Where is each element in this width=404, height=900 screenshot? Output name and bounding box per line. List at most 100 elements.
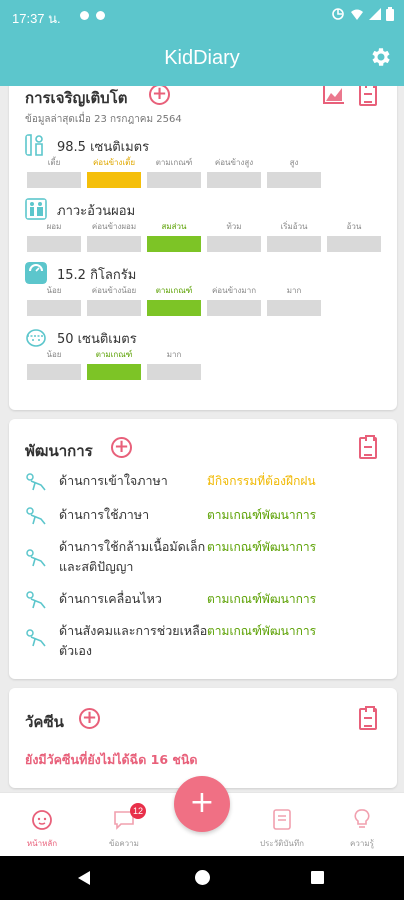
head-scale: น้อย ตามเกณฑ์ มาก [27,348,207,384]
recents-icon[interactable] [311,871,324,884]
body-label-3: ท้วม [226,222,242,231]
height-cell-3 [207,172,261,188]
child-crawl-icon [26,591,46,609]
body-shape-icon [25,198,47,220]
back-icon[interactable] [78,871,90,885]
add-growth-button[interactable]: + [149,86,170,105]
development-record-icon[interactable] [359,435,377,459]
height-label-0: เตี้ย [47,158,61,167]
vaccine-alert[interactable]: ยังมีวัคซีนที่ยังไม่ได้ฉีด 16 ชนิด [25,750,198,770]
main-scroll[interactable]: การเจริญเติบโต + ข้อมูลล่าสุดเมื่อ 23 กร… [0,86,404,792]
growth-chart-icon[interactable] [323,86,345,104]
body-cell-5 [327,236,381,252]
add-development-button[interactable]: + [111,437,132,458]
development-card: พัฒนาการ + ด้านการเข้าใจภาษา มีกิจกรรมที… [9,419,397,679]
body-label-0: ผอม [46,222,62,231]
nav-messages[interactable]: 12 ข้อความ [84,793,164,857]
head-label-2: มาก [166,350,182,359]
system-nav-bar [0,856,404,900]
development-title: พัฒนาการ [25,442,93,460]
body-label-4: เริ่มอ้วน [280,222,308,231]
home-icon[interactable] [195,870,210,885]
dev-label: ด้านการใช้กล้ามเนื้อมัดเล็กและสติปัญญา [59,539,206,574]
dev-item[interactable]: ด้านการเคลื่อนไหว ตามเกณฑ์พัฒนาการ [25,589,385,611]
dev-label: ด้านการเคลื่อนไหว [59,591,162,606]
nav-home[interactable]: หน้าหลัก [2,793,82,857]
status-icons [331,7,394,21]
dev-status: ตามเกณฑ์พัฒนาการ [207,624,317,638]
dev-item[interactable]: ด้านสังคมและการช่วยเหลือตัวเอง ตามเกณฑ์พ… [25,621,385,665]
growth-title: การเจริญเติบโต [25,89,128,107]
weight-label-1: ค่อนข้างน้อย [91,286,137,295]
growth-record-icon[interactable] [359,86,377,106]
check-icon [96,11,105,20]
body-label-2: สมส่วน [161,222,187,231]
height-scale: เตี้ย ค่อนข้างเตี้ย ตามเกณฑ์ ค่อนข้างสูง… [27,156,327,192]
dev-label: ด้านการใช้ภาษา [59,507,150,522]
dev-item[interactable]: ด้านการใช้ภาษา ตามเกณฑ์พัฒนาการ [25,505,385,527]
body-cell-2 [147,236,201,252]
body-cell-0 [27,236,81,252]
weight-label-3: ค่อนข้างมาก [211,286,257,295]
scale-icon [25,262,47,284]
height-label-2: ตามเกณฑ์ [155,158,193,167]
child-crawl-icon [26,473,46,491]
body-cell-1 [87,236,141,252]
gear-icon[interactable] [368,45,392,69]
add-fab-button[interactable]: + [174,776,230,832]
nav-home-label: หน้าหลัก [26,839,58,848]
growth-card: การเจริญเติบโต + ข้อมูลล่าสุดเมื่อ 23 กร… [9,86,397,410]
add-vaccine-button[interactable]: + [79,708,100,729]
vaccine-card: วัคซีน + ยังมีวัคซีนที่ยังไม่ได้ฉีด 16 ช… [9,688,397,788]
height-value: 98.5 เซนติเมตร [57,140,150,155]
dev-item[interactable]: ด้านการเข้าใจภาษา มีกิจกรรมที่ต้องฝึกฝน [25,471,385,493]
weight-scale: น้อย ค่อนข้างน้อย ตามเกณฑ์ ค่อนข้างมาก ม… [27,284,327,320]
weight-label-4: มาก [286,286,302,295]
height-cell-2 [147,172,201,188]
head-label-1: ตามเกณฑ์ [95,350,133,359]
growth-updated: ข้อมูลล่าสุดเมื่อ 23 กรกฎาคม 2564 [25,114,182,125]
body-cell-3 [207,236,261,252]
weight-label-2: ตามเกณฑ์ [155,286,193,295]
head-cell-0 [27,364,81,380]
height-cell-0 [27,172,81,188]
baby-face-icon [32,810,52,830]
status-time: 17:37 น. [12,11,61,26]
dev-status: มีกิจกรรมที่ต้องฝึกฝน [207,474,316,488]
child-crawl-icon [26,507,46,525]
nav-knowledge[interactable]: ความรู้ [322,793,402,857]
weight-cell-1 [87,300,141,316]
head-value: 50 เซนติเมตร [57,332,137,347]
nav-record-label: ประวัติบันทึก [259,839,305,848]
nav-record[interactable]: ประวัติบันทึก [242,793,322,857]
app-bar: KidDiary [0,30,404,86]
head-circumference-icon [26,329,46,347]
status-bar: 17:37 น. [0,0,404,30]
body-label-5: อ้วน [346,222,362,231]
child-crawl-icon [26,629,46,647]
height-label-1: ค่อนข้างเตี้ย [92,158,136,167]
height-label-3: ค่อนข้างสูง [214,158,254,167]
body-shape-value: ภาวะอ้วนผอม [57,204,136,219]
body-label-1: ค่อนข้างผอม [91,222,137,231]
battery-icon [386,7,394,21]
dev-item[interactable]: ด้านการใช้กล้ามเนื้อมัดเล็กและสติปัญญา ต… [25,537,385,581]
height-cell-4 [267,172,321,188]
notification-icon [80,11,89,20]
weight-cell-2 [147,300,201,316]
weight-cell-4 [267,300,321,316]
app-title: KidDiary [164,47,240,69]
nav-messages-label: ข้อความ [109,839,139,848]
body-shape-scale: ผอม ค่อนข้างผอม สมส่วน ท้วม เริ่มอ้วน อ้… [27,220,387,256]
signal-icon [369,8,381,20]
lightbulb-icon [354,809,370,828]
vaccine-title: วัคซีน [25,713,64,731]
weight-value: 15.2 กิโลกรัม [57,268,137,283]
messages-badge: 12 [130,803,146,819]
head-cell-2 [147,364,201,380]
vaccine-record-icon[interactable] [359,706,377,730]
height-label-4: สูง [289,158,299,167]
wifi-icon [351,9,363,20]
head-label-0: น้อย [46,350,62,359]
dev-status: ตามเกณฑ์พัฒนาการ [207,508,317,522]
